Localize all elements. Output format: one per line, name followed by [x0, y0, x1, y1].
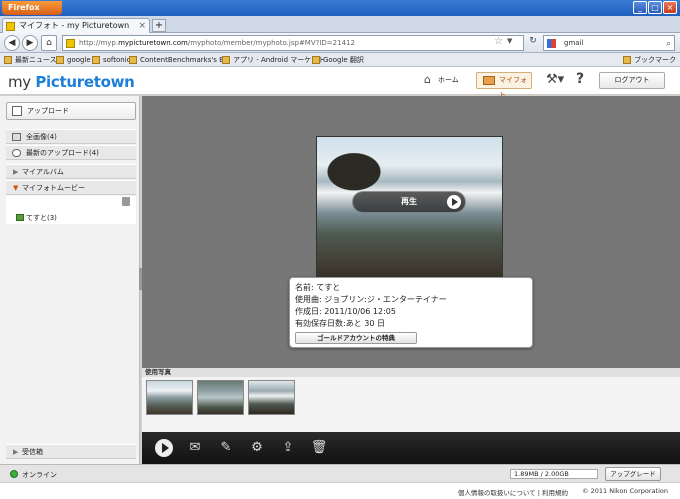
window-controls: _ □ × [633, 1, 677, 14]
online-status: オンライン [10, 470, 57, 480]
url-dropdown-icon[interactable]: ▼ [507, 37, 512, 45]
home-link[interactable]: ⌂ ホーム [424, 73, 459, 86]
clock-icon [12, 149, 21, 157]
gold-account-button[interactable]: ゴールドアカウントの特典 [295, 332, 417, 344]
search-icon[interactable]: ⌕ [666, 37, 671, 51]
sidebar-item-my-album[interactable]: ▶ マイアルバム [6, 164, 136, 179]
tab-title: マイフォト - my Picturetown [19, 21, 130, 30]
sidebar-item-all-images[interactable]: 全画像(4) [6, 129, 136, 144]
search-input[interactable]: gmail ⌕ [543, 35, 675, 51]
images-icon [12, 133, 21, 141]
url-favicon-icon [66, 39, 75, 48]
bookmark-item[interactable]: ContentBenchmarks's B... [129, 55, 231, 65]
bookmark-star-icon[interactable]: ☆ [494, 36, 503, 47]
toolbar-play-icon[interactable] [155, 439, 173, 457]
tab-close-icon[interactable]: × [138, 19, 146, 33]
photo-thumbnail[interactable] [248, 380, 295, 415]
site-logo[interactable]: my Picturetown [8, 73, 135, 91]
used-photos-label: 使用写真 [142, 368, 680, 377]
play-icon [447, 195, 461, 209]
photo-icon [483, 76, 495, 85]
bookmark-item[interactable]: 最新ニュース [4, 55, 57, 65]
bookmarks-menu[interactable]: ブックマーク [623, 55, 676, 65]
bookmarks-toolbar: 最新ニュース google softonic ContentBenchmarks… [0, 53, 680, 67]
sidebar-item-recent-upload[interactable]: 最新のアップロード(4) [6, 145, 136, 160]
status-bar: オンライン 1.89MB / 2.00GB アップグレード [0, 464, 680, 482]
new-tab-button[interactable]: + [152, 19, 166, 32]
search-value: gmail [564, 39, 584, 47]
bookmarks-folder-icon [623, 56, 631, 64]
close-window-button[interactable]: × [663, 1, 677, 14]
maximize-button[interactable]: □ [648, 1, 662, 14]
movie-icon [16, 214, 24, 221]
expand-arrow-icon[interactable]: ▶ [13, 165, 18, 179]
footer-links[interactable]: 個人情報の取扱いについて | 利用規約 [458, 487, 568, 497]
storage-quota: 1.89MB / 2.00GB [510, 469, 598, 479]
upload-button[interactable]: アップロード [6, 102, 136, 120]
sidebar-item-received-box[interactable]: ▶ 受信箱 [6, 444, 136, 459]
mail-icon[interactable]: ✉ [186, 439, 204, 457]
movie-name: 名前: てすと [295, 283, 341, 292]
movie-created-date: 作成日: 2011/10/06 12:05 [295, 307, 396, 316]
url-domain: mypicturetown.com [118, 39, 188, 47]
tab-strip: マイフォト - my Picturetown × + [0, 16, 680, 33]
home-button[interactable]: ⌂ [41, 35, 57, 51]
movie-info-card: 名前: てすと 使用曲: ジョプリン:ジ・エンターテイナー 作成日: 2011/… [289, 277, 533, 348]
collapse-arrow-icon[interactable]: ▼ [13, 181, 18, 195]
logout-button[interactable]: ログアウト [599, 72, 665, 89]
upload-icon [12, 106, 22, 116]
forward-button[interactable]: ▶ [22, 35, 38, 51]
photo-thumbnail[interactable] [197, 380, 244, 415]
myphoto-link[interactable]: マイフォト [476, 72, 532, 99]
bookmark-item[interactable]: アプリ - Android マーケット [222, 55, 325, 65]
window-titlebar: Firefox _ □ × [0, 0, 680, 16]
back-button[interactable]: ◀ [4, 35, 20, 51]
online-indicator-icon [10, 470, 18, 478]
site-favicon-icon [6, 22, 15, 31]
home-icon: ⌂ [424, 73, 431, 86]
url-bar[interactable]: http://myp.mypicturetown.com/myphoto/mem… [62, 35, 524, 51]
navigation-bar: ◀ ▶ ⌂ http://myp.mypicturetown.com/mypho… [0, 33, 680, 53]
edit-icon[interactable]: ✎ [217, 439, 235, 457]
url-prefix: http://myp. [79, 39, 119, 47]
movie-music: 使用曲: ジョプリン:ジ・エンターテイナー [295, 295, 447, 304]
play-button[interactable]: 再生 [352, 191, 466, 213]
movie-retention-days: 有効保存日数:あと 30 日 [295, 319, 385, 328]
tools-icon[interactable]: ⚒▾ [546, 72, 564, 87]
firefox-menu-button[interactable]: Firefox [2, 1, 62, 15]
bookmark-page-icon [222, 56, 230, 64]
page-footer: 個人情報の取扱いについて | 利用規約 © 2011 Nikon Corpora… [0, 482, 680, 499]
bookmark-folder-icon [4, 56, 12, 64]
upgrade-button[interactable]: アップグレード [605, 467, 661, 481]
delete-movie-icon[interactable] [122, 197, 130, 206]
trash-icon[interactable]: 🗑 [310, 439, 328, 457]
site-header: my Picturetown ⌂ ホーム マイフォト ⚒▾ ? ログアウト [0, 67, 680, 99]
photo-thumbnail[interactable] [146, 380, 193, 415]
url-path: /myphoto/member/myphoto.jsp#MV?ID=21412 [187, 39, 355, 47]
bookmark-folder-icon [56, 56, 64, 64]
bookmark-item[interactable]: google [56, 55, 91, 65]
export-icon[interactable]: ⇪ [279, 439, 297, 457]
bookmark-item[interactable]: Google 翻訳 [312, 55, 364, 65]
bookmark-item[interactable]: softonic [92, 55, 131, 65]
browser-tab[interactable]: マイフォト - my Picturetown × [2, 18, 150, 33]
copyright: © 2011 Nikon Corporation [582, 487, 668, 495]
bookmark-folder-icon [92, 56, 100, 64]
minimize-button[interactable]: _ [633, 1, 647, 14]
settings-icon[interactable]: ⚙ [248, 439, 266, 457]
reload-icon[interactable]: ↻ [526, 36, 540, 50]
sidebar-item-my-movie[interactable]: ▼ マイフォトムービー [6, 180, 136, 195]
movie-list-item[interactable]: てすと(3) [16, 213, 57, 223]
google-engine-icon[interactable] [547, 39, 556, 48]
help-icon[interactable]: ? [576, 71, 584, 87]
bookmark-page-icon [129, 56, 137, 64]
expand-arrow-icon[interactable]: ▶ [13, 445, 18, 459]
bookmark-page-icon [312, 56, 320, 64]
